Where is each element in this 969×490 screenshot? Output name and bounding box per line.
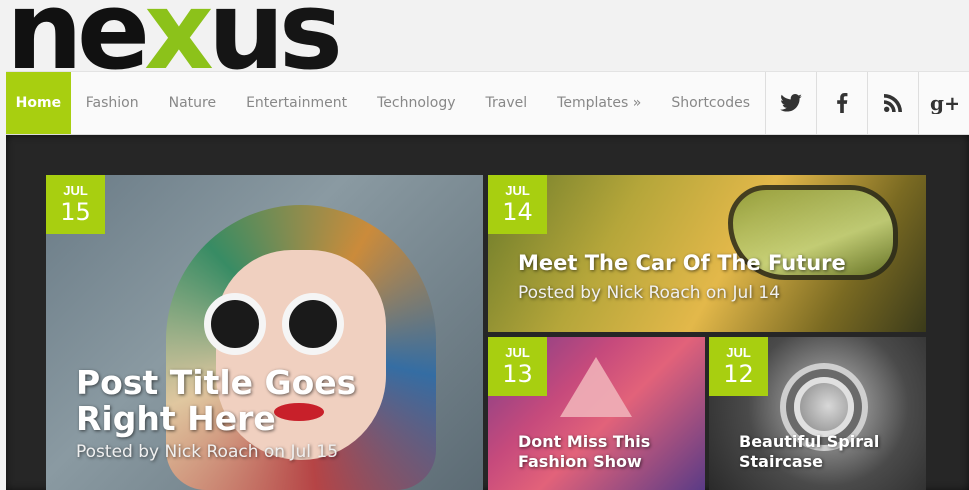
date-badge: JUL 14 — [488, 175, 547, 234]
featured-post-main[interactable]: JUL 15 Post Title Goes Right Here Posted… — [46, 175, 483, 490]
date-badge: JUL 15 — [46, 175, 105, 234]
date-month: JUL — [505, 183, 530, 198]
date-month: JUL — [505, 345, 530, 360]
twitter-icon[interactable] — [765, 72, 816, 134]
logo-text-x: x — [144, 2, 214, 74]
post-title[interactable]: Beautiful Spiral Staircase — [739, 432, 919, 472]
date-badge: JUL 12 — [709, 337, 768, 396]
nav-item-shortcodes[interactable]: Shortcodes — [656, 72, 765, 134]
google-plus-icon[interactable]: g+ — [918, 72, 969, 134]
featured-post-car[interactable]: JUL 14 Meet The Car Of The Future Posted… — [488, 175, 926, 332]
sunglasses-left-lens — [204, 293, 266, 355]
date-day: 15 — [60, 198, 91, 226]
post-title[interactable]: Dont Miss This Fashion Show — [518, 432, 698, 472]
date-month: JUL — [63, 183, 88, 198]
post-title[interactable]: Post Title Goes Right Here — [76, 365, 466, 437]
date-day: 14 — [502, 198, 533, 226]
logo-text-us: us — [207, 2, 343, 74]
svg-text:g+: g+ — [930, 92, 958, 114]
site-logo[interactable]: nexus — [6, 2, 351, 74]
nav-item-technology[interactable]: Technology — [362, 72, 470, 134]
featured-post-fashion[interactable]: JUL 13 Dont Miss This Fashion Show — [488, 337, 705, 490]
facebook-icon[interactable] — [816, 72, 867, 134]
rss-icon[interactable] — [867, 72, 918, 134]
social-links: g+ — [765, 72, 969, 134]
featured-post-staircase[interactable]: JUL 12 Beautiful Spiral Staircase — [709, 337, 926, 490]
date-day: 13 — [502, 360, 533, 388]
nav-item-fashion[interactable]: Fashion — [71, 72, 154, 134]
post-image-triangle — [560, 357, 632, 417]
main-nav: Home Fashion Nature Entertainment Techno… — [6, 71, 969, 135]
logo-text-ne: ne — [6, 2, 150, 74]
date-badge: JUL 13 — [488, 337, 547, 396]
nav-item-nature[interactable]: Nature — [154, 72, 231, 134]
date-day: 12 — [723, 360, 754, 388]
nav-item-home[interactable]: Home — [6, 72, 71, 134]
nav-item-templates[interactable]: Templates » — [542, 72, 656, 134]
nav-item-travel[interactable]: Travel — [471, 72, 543, 134]
post-meta: Posted by Nick Roach on Jul 15 — [76, 442, 339, 462]
nav-item-entertainment[interactable]: Entertainment — [231, 72, 362, 134]
date-month: JUL — [726, 345, 751, 360]
sunglasses-right-lens — [282, 293, 344, 355]
post-meta: Posted by Nick Roach on Jul 14 — [518, 283, 781, 303]
post-image-spiral — [794, 377, 854, 437]
post-title[interactable]: Meet The Car Of The Future — [518, 251, 846, 275]
